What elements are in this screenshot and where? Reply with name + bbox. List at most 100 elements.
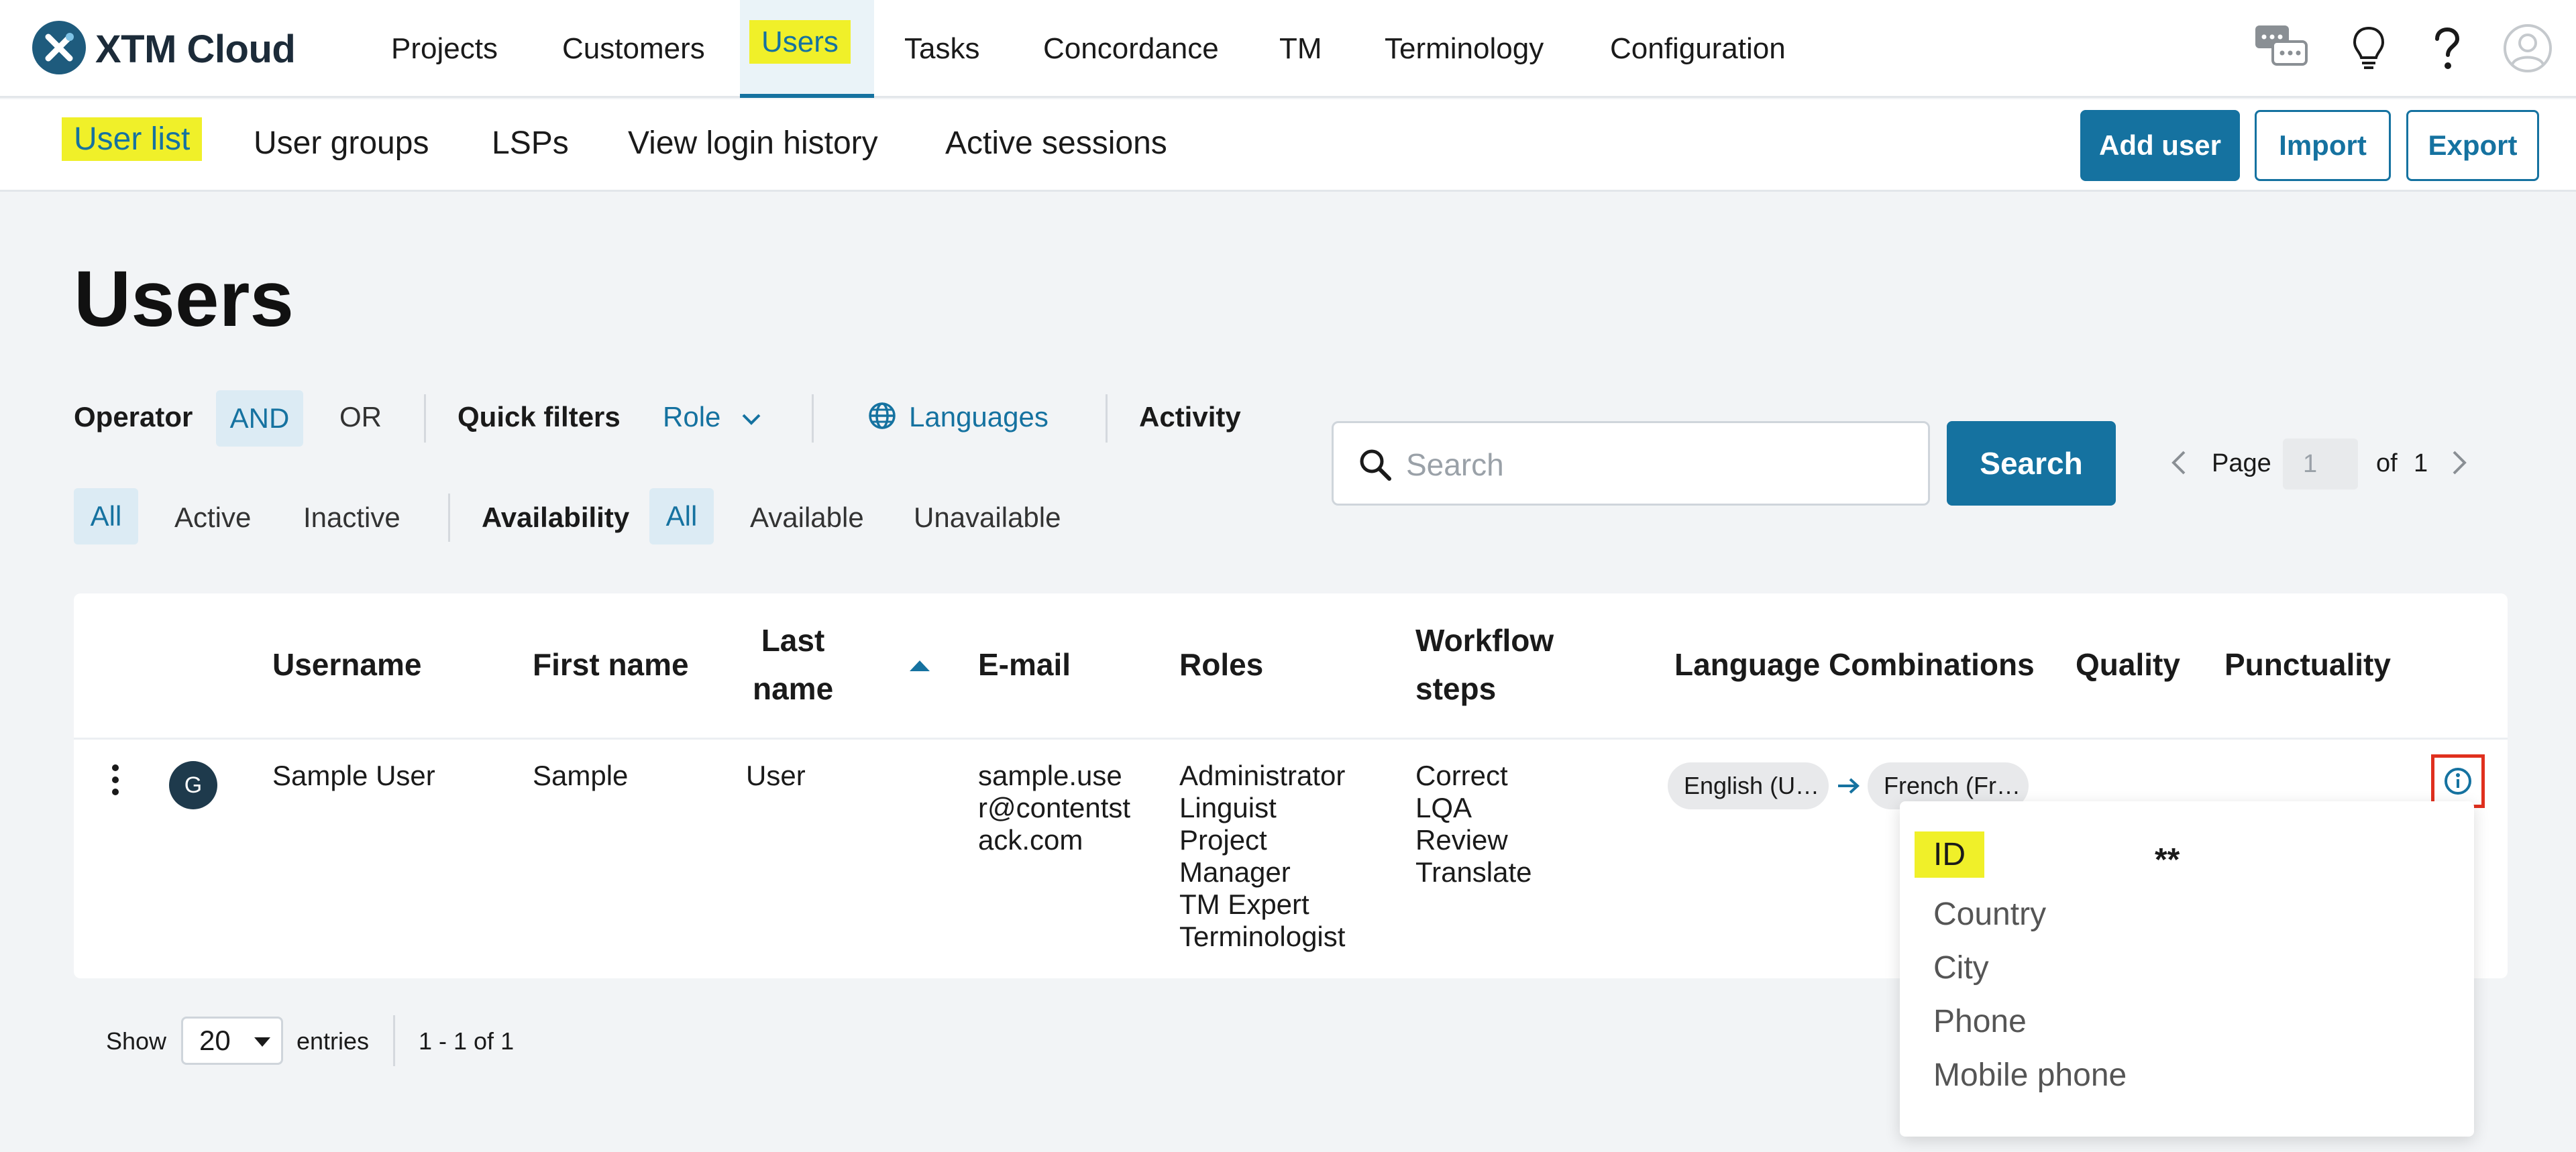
filter-separator xyxy=(1106,394,1108,443)
caret-down-icon xyxy=(254,1037,270,1047)
cell-workflow-steps: Correct LQA Review Translate xyxy=(1415,760,1532,888)
search-button[interactable]: Search xyxy=(1947,421,2116,506)
help-icon[interactable] xyxy=(2432,27,2463,71)
col-header-last-name[interactable]: Last name xyxy=(753,616,833,713)
cell-first-name: Sample xyxy=(533,760,629,791)
chevron-down-icon xyxy=(742,414,761,425)
role-item: Terminologist xyxy=(1179,921,1346,952)
cell-username[interactable]: Sample User xyxy=(272,760,435,792)
languages-filter-label: Languages xyxy=(909,401,1049,433)
results-range: 1 - 1 of 1 xyxy=(419,1027,515,1055)
availability-available-option[interactable]: Available xyxy=(750,502,864,534)
page-label: Page xyxy=(2212,449,2271,477)
availability-label: Availability xyxy=(482,502,630,533)
status-all-chip[interactable]: All xyxy=(74,488,138,544)
header-divider xyxy=(74,738,2508,740)
show-label: Show xyxy=(106,1027,167,1055)
chevron-left-icon[interactable] xyxy=(2169,448,2188,477)
page-title: Users xyxy=(74,255,294,343)
logo-mark xyxy=(45,33,74,62)
nav-customers[interactable]: Customers xyxy=(562,32,705,66)
workflow-step: Translate xyxy=(1415,856,1532,888)
entries-per-page-select[interactable]: 20 xyxy=(181,1017,283,1065)
page-number-input[interactable]: 1 xyxy=(2283,439,2358,489)
arrow-right-icon xyxy=(1838,778,1860,794)
col-header-workflow-steps[interactable]: Workflow steps xyxy=(1415,616,1554,713)
col-header-quality[interactable]: Quality xyxy=(2076,640,2180,689)
nav-tm[interactable]: TM xyxy=(1279,32,1322,66)
popup-mobile-phone-label: Mobile phone xyxy=(1933,1057,2127,1093)
nav-tasks[interactable]: Tasks xyxy=(904,32,979,66)
nav-projects[interactable]: Projects xyxy=(391,32,498,66)
workflow-step: LQA xyxy=(1415,792,1472,823)
popup-id-label: ID xyxy=(1915,831,1984,878)
operator-or-option[interactable]: OR xyxy=(339,401,382,433)
col-header-last-name-line1: Last xyxy=(761,623,825,658)
subnav-user-list-label: User list xyxy=(62,117,203,161)
search-box xyxy=(1332,421,1930,506)
nav-configuration[interactable]: Configuration xyxy=(1610,32,1786,66)
col-header-roles[interactable]: Roles xyxy=(1179,640,1263,689)
top-navigation-bar: XTM Cloud Projects Customers Users Tasks… xyxy=(0,0,2576,98)
subnav-user-list[interactable]: User list xyxy=(62,117,203,161)
nav-terminology[interactable]: Terminology xyxy=(1385,32,1544,66)
search-input[interactable] xyxy=(1406,443,1916,486)
cell-roles: Administrator Linguist Project Manager T… xyxy=(1179,760,1345,953)
subnav-lsps[interactable]: LSPs xyxy=(492,125,569,162)
subnav-active-sessions[interactable]: Active sessions xyxy=(945,125,1167,162)
popup-phone-label: Phone xyxy=(1933,1004,2027,1039)
activity-filter[interactable]: Activity xyxy=(1139,401,1241,433)
col-header-email[interactable]: E-mail xyxy=(978,640,1071,689)
popup-id-value: ** xyxy=(2155,842,2180,878)
info-icon[interactable] xyxy=(2443,766,2473,796)
role-filter-label: Role xyxy=(663,401,721,433)
email-line: r@contentst xyxy=(978,792,1131,823)
workflow-step: Correct xyxy=(1415,760,1508,791)
role-filter-dropdown[interactable]: Role xyxy=(663,401,763,433)
user-info-popup: ID ** Country City Phone Mobile phone xyxy=(1900,801,2474,1137)
workflow-step: Review xyxy=(1415,824,1508,856)
languages-filter[interactable]: Languages xyxy=(867,401,1049,433)
role-item: Manager xyxy=(1179,856,1291,888)
status-active-option[interactable]: Active xyxy=(174,502,251,534)
availability-unavailable-option[interactable]: Unavailable xyxy=(914,502,1061,534)
export-button[interactable]: Export xyxy=(2406,110,2539,181)
operator-label: Operator xyxy=(74,401,193,433)
popup-country-label: Country xyxy=(1933,897,2047,932)
avatar: G xyxy=(169,761,217,809)
sort-ascending-icon[interactable] xyxy=(908,658,931,673)
user-avatar-icon[interactable] xyxy=(2502,23,2553,74)
col-header-last-name-line2: name xyxy=(753,671,834,706)
xtm-logo-icon[interactable] xyxy=(32,21,86,74)
col-header-first-name[interactable]: First name xyxy=(533,640,689,689)
status-inactive-option[interactable]: Inactive xyxy=(303,502,400,534)
email-line: sample.use xyxy=(978,760,1122,791)
role-item: Project xyxy=(1179,824,1267,856)
filter-separator xyxy=(424,394,426,443)
availability-all-chip[interactable]: All xyxy=(649,488,714,544)
operator-and-chip[interactable]: AND xyxy=(216,390,303,447)
nav-users[interactable]: Users xyxy=(749,20,851,64)
sub-navigation-bar: User list User groups LSPs View login hi… xyxy=(0,99,2576,192)
col-header-workflow-line2: steps xyxy=(1415,671,1497,706)
subnav-view-login-history[interactable]: View login history xyxy=(628,125,878,162)
import-button[interactable]: Import xyxy=(2255,110,2391,181)
lightbulb-icon[interactable] xyxy=(2351,25,2386,71)
popup-id-label-text: ID xyxy=(1915,831,1984,878)
chat-icon[interactable] xyxy=(2253,23,2310,71)
col-header-language-combinations[interactable]: Language Combinations xyxy=(1674,640,2035,689)
subnav-user-groups[interactable]: User groups xyxy=(254,125,429,162)
globe-icon xyxy=(869,402,896,429)
col-header-workflow-line1: Workflow xyxy=(1415,623,1554,658)
chevron-right-icon[interactable] xyxy=(2450,448,2469,477)
filter-separator xyxy=(448,494,450,542)
nav-concordance[interactable]: Concordance xyxy=(1043,32,1219,66)
cell-email: sample.use r@contentst ack.com xyxy=(978,760,1130,856)
add-user-button[interactable]: Add user xyxy=(2080,110,2240,181)
app-name: XTM Cloud xyxy=(95,27,296,71)
col-header-punctuality[interactable]: Punctuality xyxy=(2224,640,2391,689)
nav-users-label: Users xyxy=(749,20,851,64)
row-actions-menu-icon[interactable] xyxy=(107,762,123,797)
col-header-username[interactable]: Username xyxy=(272,640,421,689)
cell-last-name: User xyxy=(746,760,806,791)
